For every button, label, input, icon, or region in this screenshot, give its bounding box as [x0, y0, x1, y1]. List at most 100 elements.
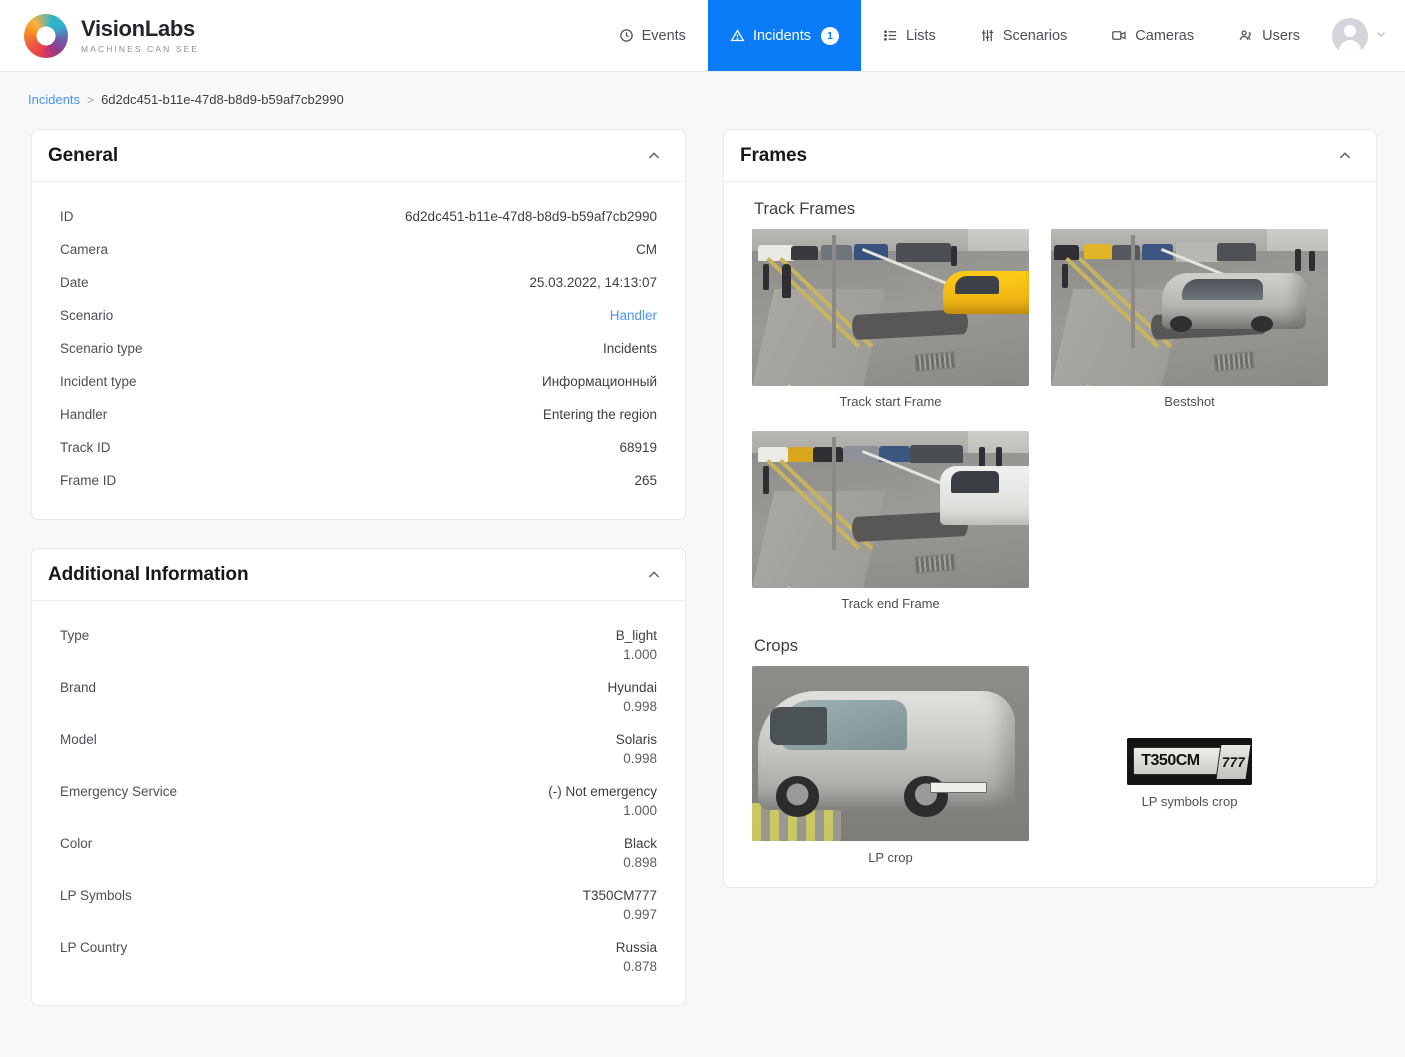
incidents-count-badge: 1: [820, 26, 839, 45]
crop-cell-lp: LP crop: [752, 666, 1029, 865]
row-value: Solaris: [615, 732, 657, 747]
table-row: LP Symbols T350CM777 0.997: [60, 879, 657, 931]
table-row: Brand Hyundai 0.998: [60, 671, 657, 723]
row-score: 1.000: [623, 647, 657, 662]
nav-item-events[interactable]: Events: [597, 0, 708, 71]
frame-cell-track-start: Track start Frame: [752, 229, 1029, 409]
bestshot-frame-image[interactable]: [1051, 229, 1328, 386]
frame-cell-track-end: Track end Frame: [752, 431, 1029, 611]
table-row: Date 25.03.2022, 14:13:07: [60, 266, 657, 299]
additional-card-body: Type B_light 1.000 Brand Hyundai 0.998 Mod…: [32, 601, 685, 1005]
row-value: T350CM777: [582, 888, 657, 903]
list-icon: [883, 28, 898, 43]
nav-item-lists[interactable]: Lists: [861, 0, 958, 71]
top-navigation-bar: VisionLabs MACHINES CAN SEE Events Incid…: [0, 0, 1405, 72]
lp-symbols-crop-image[interactable]: T350CM 777: [1127, 738, 1252, 785]
warning-triangle-icon: [730, 28, 745, 43]
chevron-up-icon[interactable]: [1336, 147, 1354, 165]
frame-cell-bestshot: Bestshot: [1051, 229, 1328, 409]
general-card: General ID 6d2dc451-b11e-47d8-b8d9-b59af…: [31, 129, 686, 520]
breadcrumb-separator: >: [87, 92, 95, 107]
nav-item-users[interactable]: Users: [1216, 0, 1322, 71]
user-menu[interactable]: [1322, 0, 1405, 71]
row-key: Date: [60, 275, 89, 290]
table-row: Camera CM: [60, 233, 657, 266]
row-key: Camera: [60, 242, 109, 257]
table-row: ID 6d2dc451-b11e-47d8-b8d9-b59af7cb2990: [60, 200, 657, 233]
row-key: ID: [60, 209, 74, 224]
row-value: 25.03.2022, 14:13:07: [529, 275, 657, 290]
row-key: Emergency Service: [60, 784, 178, 799]
row-value: Russia: [615, 940, 657, 955]
brand-logo[interactable]: VisionLabs MACHINES CAN SEE: [0, 0, 199, 71]
row-value: Incidents: [602, 341, 657, 356]
row-value: Hyundai: [607, 680, 657, 695]
row-value: CM: [636, 242, 657, 257]
table-row: Handler Entering the region: [60, 398, 657, 431]
table-row: Incident type Информационный: [60, 365, 657, 398]
frame-caption: Track end Frame: [841, 596, 940, 611]
row-value: Информационный: [541, 374, 657, 389]
nav-item-scenarios[interactable]: Scenarios: [958, 0, 1089, 71]
users-icon: [1238, 28, 1254, 43]
crop-caption: LP symbols crop: [1141, 794, 1238, 809]
track-start-frame-image[interactable]: [752, 229, 1029, 386]
frames-card-body: Track Frames Track start Frame Bestshot …: [724, 182, 1376, 887]
nav-label: Incidents: [752, 27, 811, 44]
nav-label: Users: [1262, 27, 1300, 44]
track-frames-grid: Track start Frame Bestshot Track end Fra…: [752, 229, 1348, 611]
table-row: Color Black 0.898: [60, 827, 657, 879]
frame-caption: Track start Frame: [839, 394, 942, 409]
nav-item-incidents[interactable]: Incidents 1: [707, 0, 861, 71]
chevron-down-icon: [1375, 27, 1387, 45]
row-key: LP Country: [60, 940, 128, 955]
avatar: [1332, 17, 1368, 54]
frames-title: Frames: [740, 144, 807, 166]
table-row: Scenario type Incidents: [60, 332, 657, 365]
sliders-icon: [980, 28, 995, 43]
nav-label: Events: [641, 27, 686, 44]
row-score: 0.898: [623, 855, 657, 870]
row-key: Model: [60, 732, 97, 747]
plate-region-text: 777: [1215, 744, 1251, 779]
row-key: Incident type: [60, 374, 137, 389]
table-row: Type B_light 1.000: [60, 619, 657, 671]
chevron-up-icon[interactable]: [645, 566, 663, 584]
additional-information-title: Additional Information: [48, 563, 249, 585]
row-key: LP Symbols: [60, 888, 132, 903]
crop-caption: LP crop: [868, 850, 913, 865]
scenario-link[interactable]: Handler: [610, 308, 657, 323]
frames-card-header: Frames: [724, 130, 1376, 182]
row-key: Type: [60, 628, 90, 643]
table-row: Model Solaris 0.998: [60, 723, 657, 775]
nav-item-cameras[interactable]: Cameras: [1089, 0, 1216, 71]
additional-card-header: Additional Information: [32, 549, 685, 601]
breadcrumb: Incidents > 6d2dc451-b11e-47d8-b8d9-b59a…: [0, 72, 1405, 107]
track-frames-title: Track Frames: [754, 200, 856, 218]
table-row: Emergency Service (-) Not emergency 1.000: [60, 775, 657, 827]
crops-title: Crops: [754, 637, 799, 655]
row-key: Track ID: [60, 440, 111, 455]
row-key: Color: [60, 836, 93, 851]
row-value: Entering the region: [542, 407, 657, 422]
frames-card: Frames Track Frames Track start Frame Be…: [723, 129, 1377, 888]
lp-crop-image[interactable]: [752, 666, 1029, 841]
row-value: B_light: [615, 628, 657, 643]
left-column: General ID 6d2dc451-b11e-47d8-b8d9-b59af…: [31, 129, 686, 1034]
page-content: General ID 6d2dc451-b11e-47d8-b8d9-b59af…: [0, 107, 1405, 1034]
main-nav-items: Events Incidents 1 Lists Scenarios Camer…: [597, 0, 1405, 71]
nav-label: Lists: [905, 27, 936, 44]
row-key: Brand: [60, 680, 97, 695]
breadcrumb-link-incidents[interactable]: Incidents: [28, 92, 80, 107]
chevron-up-icon[interactable]: [645, 147, 663, 165]
track-end-frame-image[interactable]: [752, 431, 1029, 588]
table-row: Track ID 68919: [60, 431, 657, 464]
general-card-body: ID 6d2dc451-b11e-47d8-b8d9-b59af7cb2990 …: [32, 182, 685, 519]
table-row: LP Country Russia 0.878: [60, 931, 657, 983]
table-row: Frame ID 265: [60, 464, 657, 497]
row-key: Scenario type: [60, 341, 143, 356]
right-column: Frames Track Frames Track start Frame Be…: [723, 129, 1377, 916]
clock-icon: [619, 28, 634, 43]
breadcrumb-current-id: 6d2dc451-b11e-47d8-b8d9-b59af7cb2990: [101, 92, 344, 107]
row-key: Frame ID: [60, 473, 117, 488]
